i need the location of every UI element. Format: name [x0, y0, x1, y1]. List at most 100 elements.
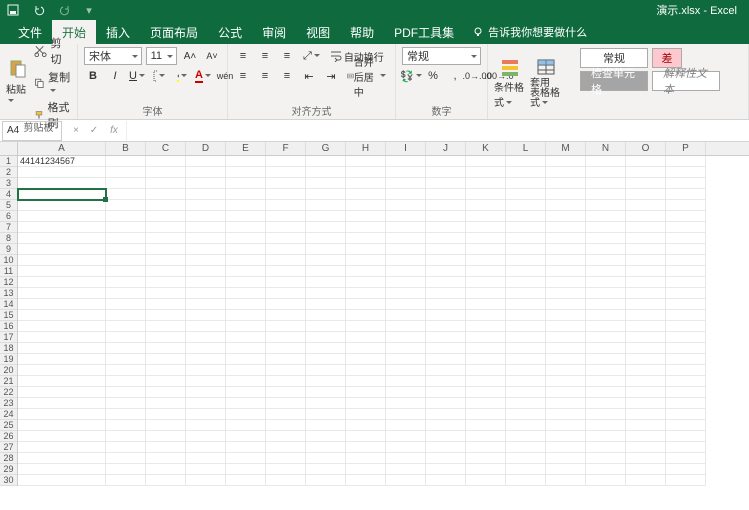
- cell-K10[interactable]: [466, 255, 506, 266]
- cell-D12[interactable]: [186, 277, 226, 288]
- cell-E7[interactable]: [226, 222, 266, 233]
- col-header-A[interactable]: A: [18, 142, 106, 155]
- cell-O12[interactable]: [626, 277, 666, 288]
- col-header-L[interactable]: L: [506, 142, 546, 155]
- cell-D10[interactable]: [186, 255, 226, 266]
- cell-B12[interactable]: [106, 277, 146, 288]
- cell-K17[interactable]: [466, 332, 506, 343]
- cell-O27[interactable]: [626, 442, 666, 453]
- cell-P14[interactable]: [666, 299, 706, 310]
- cell-G4[interactable]: [306, 189, 346, 200]
- cell-E26[interactable]: [226, 431, 266, 442]
- cell-M22[interactable]: [546, 387, 586, 398]
- row-header-3[interactable]: 3: [0, 178, 17, 189]
- cell-D4[interactable]: [186, 189, 226, 200]
- cell-M25[interactable]: [546, 420, 586, 431]
- row-header-25[interactable]: 25: [0, 420, 17, 431]
- row-header-22[interactable]: 22: [0, 387, 17, 398]
- cell-G13[interactable]: [306, 288, 346, 299]
- cell-B1[interactable]: [106, 156, 146, 167]
- redo-icon[interactable]: [56, 3, 74, 17]
- cell-I11[interactable]: [386, 266, 426, 277]
- cell-J1[interactable]: [426, 156, 466, 167]
- cell-M16[interactable]: [546, 321, 586, 332]
- cell-I30[interactable]: [386, 475, 426, 486]
- cell-K25[interactable]: [466, 420, 506, 431]
- cell-F12[interactable]: [266, 277, 306, 288]
- cell-G6[interactable]: [306, 211, 346, 222]
- cell-F27[interactable]: [266, 442, 306, 453]
- cell-C4[interactable]: [146, 189, 186, 200]
- cell-F26[interactable]: [266, 431, 306, 442]
- cell-O21[interactable]: [626, 376, 666, 387]
- row-header-8[interactable]: 8: [0, 233, 17, 244]
- cell-L20[interactable]: [506, 365, 546, 376]
- row-header-16[interactable]: 16: [0, 321, 17, 332]
- cell-F23[interactable]: [266, 398, 306, 409]
- fill-color-button[interactable]: [172, 67, 190, 85]
- cell-H24[interactable]: [346, 409, 386, 420]
- cell-E3[interactable]: [226, 178, 266, 189]
- cell-F2[interactable]: [266, 167, 306, 178]
- cell-P17[interactable]: [666, 332, 706, 343]
- cell-C23[interactable]: [146, 398, 186, 409]
- cell-A10[interactable]: [18, 255, 106, 266]
- row-header-20[interactable]: 20: [0, 365, 17, 376]
- cell-F8[interactable]: [266, 233, 306, 244]
- cell-L14[interactable]: [506, 299, 546, 310]
- cell-P15[interactable]: [666, 310, 706, 321]
- cell-I9[interactable]: [386, 244, 426, 255]
- cancel-formula-icon[interactable]: ×: [68, 123, 84, 139]
- cell-O3[interactable]: [626, 178, 666, 189]
- formula-input[interactable]: [126, 121, 749, 141]
- row-header-23[interactable]: 23: [0, 398, 17, 409]
- font-size-select[interactable]: 11: [146, 47, 177, 65]
- cell-K3[interactable]: [466, 178, 506, 189]
- cell-E18[interactable]: [226, 343, 266, 354]
- cell-O25[interactable]: [626, 420, 666, 431]
- cell-F18[interactable]: [266, 343, 306, 354]
- cell-F24[interactable]: [266, 409, 306, 420]
- cell-E1[interactable]: [226, 156, 266, 167]
- cell-O23[interactable]: [626, 398, 666, 409]
- cell-E20[interactable]: [226, 365, 266, 376]
- cell-K15[interactable]: [466, 310, 506, 321]
- cell-B13[interactable]: [106, 288, 146, 299]
- cell-D17[interactable]: [186, 332, 226, 343]
- border-button[interactable]: [150, 67, 168, 85]
- cell-E9[interactable]: [226, 244, 266, 255]
- cell-B24[interactable]: [106, 409, 146, 420]
- cell-I4[interactable]: [386, 189, 426, 200]
- row-header-9[interactable]: 9: [0, 244, 17, 255]
- cell-B10[interactable]: [106, 255, 146, 266]
- cell-N6[interactable]: [586, 211, 626, 222]
- cell-M27[interactable]: [546, 442, 586, 453]
- cell-B25[interactable]: [106, 420, 146, 431]
- cell-A23[interactable]: [18, 398, 106, 409]
- cell-P2[interactable]: [666, 167, 706, 178]
- cell-P5[interactable]: [666, 200, 706, 211]
- cell-M23[interactable]: [546, 398, 586, 409]
- cell-K26[interactable]: [466, 431, 506, 442]
- cell-C29[interactable]: [146, 464, 186, 475]
- cell-C28[interactable]: [146, 453, 186, 464]
- cell-B3[interactable]: [106, 178, 146, 189]
- cell-O15[interactable]: [626, 310, 666, 321]
- cell-M21[interactable]: [546, 376, 586, 387]
- cell-B21[interactable]: [106, 376, 146, 387]
- col-header-H[interactable]: H: [346, 142, 386, 155]
- cell-G15[interactable]: [306, 310, 346, 321]
- cell-G8[interactable]: [306, 233, 346, 244]
- cell-I13[interactable]: [386, 288, 426, 299]
- cell-J24[interactable]: [426, 409, 466, 420]
- cell-E23[interactable]: [226, 398, 266, 409]
- cell-P6[interactable]: [666, 211, 706, 222]
- cell-L13[interactable]: [506, 288, 546, 299]
- cell-N3[interactable]: [586, 178, 626, 189]
- col-header-G[interactable]: G: [306, 142, 346, 155]
- cell-A19[interactable]: [18, 354, 106, 365]
- cell-G9[interactable]: [306, 244, 346, 255]
- cell-D22[interactable]: [186, 387, 226, 398]
- cell-B8[interactable]: [106, 233, 146, 244]
- cell-P11[interactable]: [666, 266, 706, 277]
